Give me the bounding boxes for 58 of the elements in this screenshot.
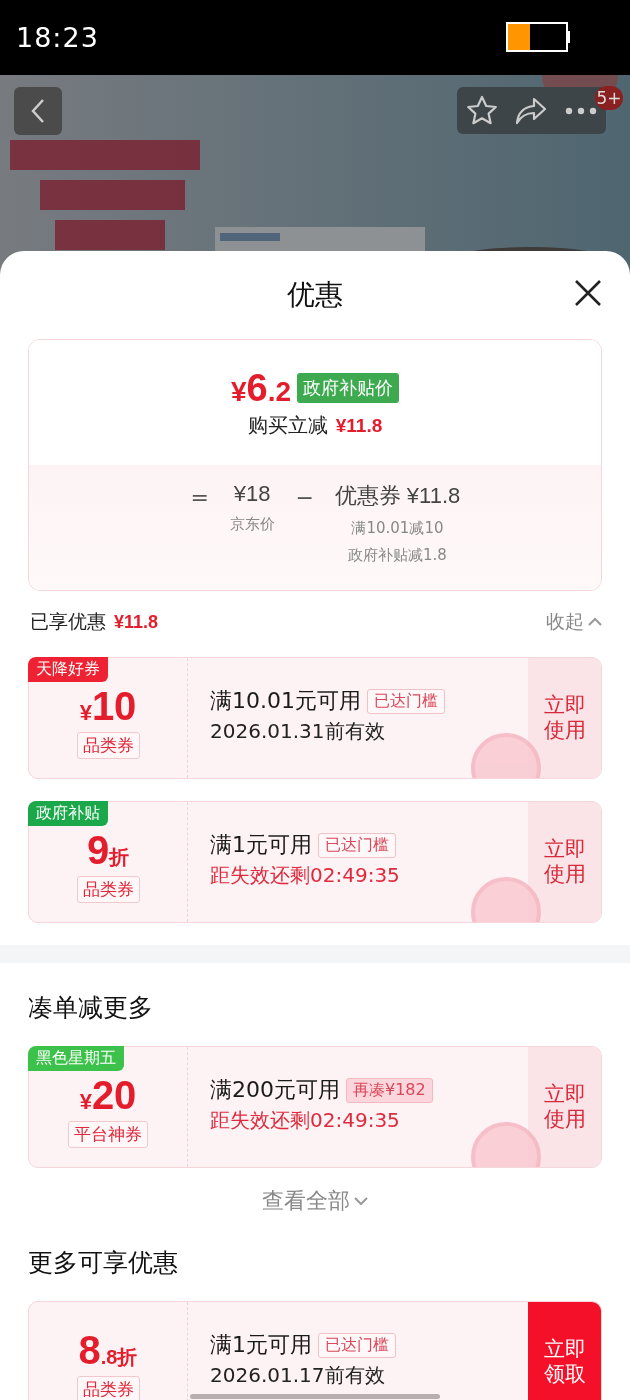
final-price: ¥6.2 [230, 366, 292, 410]
coupon-category: 平台神券 [68, 1120, 148, 1148]
close-icon [574, 279, 602, 307]
saving-amount: ¥11.8 [335, 414, 383, 437]
coupon-condition: 满1元可用 [210, 1331, 312, 1359]
clock-time: 18:23 [16, 22, 99, 53]
collapse-toggle[interactable]: 收起 [546, 609, 602, 635]
coupon-category: 品类券 [76, 731, 140, 759]
discount-amount: 优惠券 ¥11.8 [334, 482, 461, 510]
coupon-tag: 黑色星期五 [28, 1046, 124, 1071]
expiry-date: 2026.01.17前有效 [210, 1362, 386, 1389]
base-price-label: 京东价 [229, 515, 275, 534]
view-all-button[interactable]: 查看全部 [262, 1186, 368, 1216]
coupon-amount: ¥10 [79, 683, 137, 728]
more-icon [565, 106, 598, 115]
section-title: 凑单减更多 [28, 992, 154, 1024]
use-button[interactable]: 立即使用 [528, 658, 601, 778]
back-icon [30, 98, 46, 124]
coupon-condition: 满200元可用 [210, 1076, 340, 1104]
section-title: 更多可享优惠 [28, 1247, 179, 1279]
coupon-category: 品类券 [76, 1375, 140, 1400]
close-button[interactable] [574, 279, 602, 307]
base-price: ¥18 [233, 481, 271, 507]
coupon-tag: 政府补贴 [28, 801, 108, 826]
coupon-category: 品类券 [76, 875, 140, 903]
coupon-condition: 满10.01元可用 [210, 687, 361, 715]
countdown-text: 距失效还剩02:49:35 [210, 1107, 401, 1134]
coupon-amount: 8.8折 [78, 1327, 138, 1372]
equals-sign: = [189, 485, 210, 512]
sheet-title: 优惠 [287, 277, 343, 313]
share-icon [515, 95, 548, 126]
discount-note: 政府补贴减1.8 [348, 546, 447, 565]
claim-button[interactable]: 立即领取 [528, 1302, 601, 1400]
back-button[interactable] [14, 87, 62, 135]
price-tag: 政府补贴价 [297, 373, 400, 403]
coupon-amount: 9折 [86, 827, 130, 872]
chevron-icon [354, 1196, 368, 1206]
favorite-button[interactable] [465, 94, 498, 127]
threshold-label: 已达门槛 [318, 832, 396, 858]
threshold-label: 已达门槛 [318, 1332, 396, 1358]
enjoyed-label: 已享优惠 [30, 609, 106, 634]
minus-sign: − [294, 485, 315, 512]
more-button[interactable] [565, 106, 598, 115]
share-button[interactable] [515, 95, 548, 126]
discount-note: 满10.01减10 [351, 519, 444, 538]
threshold-label: 已达门槛 [367, 688, 445, 714]
coupon-amount: ¥20 [79, 1072, 137, 1117]
countdown-text: 距失效还剩02:49:35 [210, 862, 401, 889]
star-icon [465, 94, 498, 127]
saving-label: 购买立减 [247, 411, 328, 439]
use-button[interactable]: 立即使用 [528, 802, 601, 922]
threshold-label: 再凑¥182 [346, 1077, 433, 1103]
expiry-date: 2026.01.31前有效 [210, 718, 386, 745]
use-button[interactable]: 立即使用 [528, 1047, 601, 1167]
coupon-tag: 天降好券 [28, 657, 108, 682]
coupon-condition: 满1元可用 [210, 831, 312, 859]
battery-icon [506, 21, 570, 54]
enjoyed-amount: ¥11.8 [114, 612, 159, 633]
